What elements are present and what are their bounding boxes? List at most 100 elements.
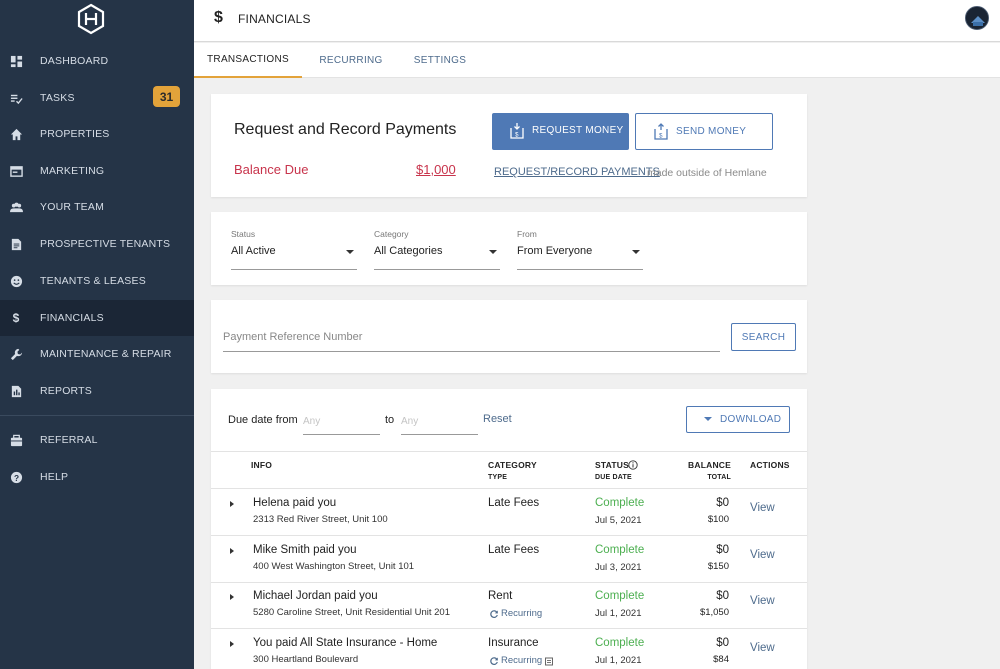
recurring-indicator: Recurring xyxy=(489,655,556,666)
transaction-address: 5280 Caroline Street, Unit Residential U… xyxy=(253,607,450,618)
recurring-icon xyxy=(490,609,498,618)
transaction-balance: $0 xyxy=(716,590,729,602)
tab-recurring[interactable]: RECURRING xyxy=(302,43,400,78)
view-transaction-link[interactable]: View xyxy=(750,502,775,514)
transaction-total: $150 xyxy=(707,561,729,572)
table-row: Mike Smith paid you 400 West Washington … xyxy=(211,536,807,583)
transaction-status: Complete xyxy=(595,590,645,602)
transaction-total: $1,050 xyxy=(699,607,729,618)
info-icon[interactable] xyxy=(628,460,638,470)
record-payments-link[interactable]: REQUEST/RECORD PAYMENTS xyxy=(494,166,660,178)
search-card: SEARCH xyxy=(211,300,807,373)
send-money-icon: $ xyxy=(654,123,668,140)
sidebar-item-referral[interactable]: REFERRAL xyxy=(0,422,194,458)
svg-text:?: ? xyxy=(13,472,18,482)
due-date-to-label: to xyxy=(385,414,395,426)
sidebar-item-tenants-leases[interactable]: TENANTS & LEASES xyxy=(0,263,194,299)
svg-text:$: $ xyxy=(659,134,663,140)
dollar-icon: $ xyxy=(214,9,223,26)
sidebar-item-your-team[interactable]: YOUR TEAM xyxy=(0,189,194,225)
sidebar-item-financials[interactable]: $ FINANCIALS xyxy=(0,300,194,336)
table-row: Michael Jordan paid you 5280 Caroline St… xyxy=(211,582,807,629)
send-money-button[interactable]: $ SEND MONEY xyxy=(635,113,773,150)
sidebar-item-label: DASHBOARD xyxy=(40,55,109,67)
transaction-status: Complete xyxy=(595,544,645,556)
recurring-label: Recurring xyxy=(501,655,543,666)
wrench-icon xyxy=(9,347,23,361)
transaction-title: Helena paid you xyxy=(253,497,337,509)
search-button[interactable]: SEARCH xyxy=(731,323,796,351)
transaction-status: Complete xyxy=(595,637,645,649)
view-transaction-link[interactable]: View xyxy=(750,595,775,607)
payments-card: Request and Record Payments Balance Due … xyxy=(211,94,807,197)
sidebar-item-prospective-tenants[interactable]: PROSPECTIVE TENANTS xyxy=(0,226,194,262)
sidebar-item-marketing[interactable]: MARKETING xyxy=(0,153,194,189)
expand-row-icon[interactable] xyxy=(230,594,234,600)
download-button[interactable]: DOWNLOAD xyxy=(686,406,790,433)
sidebar-item-label: PROSPECTIVE TENANTS xyxy=(40,238,171,250)
transaction-balance: $0 xyxy=(716,637,729,649)
due-date-to-input[interactable] xyxy=(401,409,478,435)
avatar[interactable] xyxy=(965,6,989,30)
due-date-from-input[interactable] xyxy=(303,409,380,435)
chevron-down-icon xyxy=(489,250,497,254)
document-icon xyxy=(9,237,23,251)
transaction-status: Complete xyxy=(595,497,645,509)
transaction-category: Rent xyxy=(488,590,513,602)
sidebar-item-reports[interactable]: REPORTS xyxy=(0,373,194,409)
from-filter-select[interactable]: From From Everyone xyxy=(517,229,643,270)
referral-icon xyxy=(9,433,23,447)
sidebar-item-label: HELP xyxy=(40,471,69,483)
chevron-down-icon xyxy=(346,250,354,254)
status-filter-select[interactable]: Status All Active xyxy=(231,229,357,270)
category-filter-value: All Categories xyxy=(374,245,443,257)
payment-reference-input[interactable] xyxy=(223,322,720,352)
transactions-table-header: INFO CATEGORY TYPE STATUS DUE DATE BALAN… xyxy=(211,451,807,489)
attachment-icon xyxy=(545,657,554,665)
transaction-address: 2313 Red River Street, Unit 100 xyxy=(253,514,388,525)
view-transaction-link[interactable]: View xyxy=(750,549,775,561)
transaction-title: Mike Smith paid you xyxy=(253,544,357,556)
sidebar-item-tasks[interactable]: TASKS 31 xyxy=(0,80,194,116)
hemlane-logo-icon[interactable] xyxy=(75,3,107,35)
sidebar: DASHBOARD TASKS 31 PROPERTIES MARKETING … xyxy=(0,0,194,669)
column-header-category: CATEGORY xyxy=(488,460,537,470)
balance-due-label: Balance Due xyxy=(234,162,309,177)
transaction-title: You paid All State Insurance - Home xyxy=(253,637,438,649)
request-money-icon: $ xyxy=(510,123,524,139)
transaction-address: 300 Heartland Boulevard xyxy=(253,654,359,665)
caret-down-icon xyxy=(704,417,712,421)
page-title: FINANCIALS xyxy=(238,12,311,26)
sidebar-item-help[interactable]: ? HELP xyxy=(0,459,194,495)
expand-row-icon[interactable] xyxy=(230,501,234,507)
sidebar-item-label: MARKETING xyxy=(40,165,105,177)
column-header-due-date: DUE DATE xyxy=(595,474,632,481)
column-header-actions: ACTIONS xyxy=(750,460,790,470)
team-icon xyxy=(9,200,23,214)
transactions-card: Due date from to Reset DOWNLOAD INFO CAT… xyxy=(211,389,807,669)
sidebar-item-properties[interactable]: PROPERTIES xyxy=(0,116,194,152)
request-money-label: REQUEST MONEY xyxy=(532,125,624,136)
transaction-balance: $0 xyxy=(716,544,729,556)
sidebar-item-maintenance-repair[interactable]: MAINTENANCE & REPAIR xyxy=(0,336,194,372)
tab-transactions[interactable]: TRANSACTIONS xyxy=(194,43,302,78)
sidebar-item-label: PROPERTIES xyxy=(40,128,110,140)
transaction-due-date: Jul 1, 2021 xyxy=(595,608,642,619)
expand-row-icon[interactable] xyxy=(230,641,234,647)
view-transaction-link[interactable]: View xyxy=(750,642,775,654)
chevron-down-icon xyxy=(632,250,640,254)
sidebar-item-dashboard[interactable]: DASHBOARD xyxy=(0,43,194,79)
request-money-button[interactable]: $ REQUEST MONEY xyxy=(492,113,629,150)
status-filter-label: Status xyxy=(231,229,256,239)
balance-due-amount[interactable]: $1,000 xyxy=(416,162,456,177)
sidebar-divider xyxy=(0,415,194,416)
recurring-label: Recurring xyxy=(501,608,543,619)
tab-settings[interactable]: SETTINGS xyxy=(400,43,480,78)
category-filter-select[interactable]: Category All Categories xyxy=(374,229,500,270)
reset-link[interactable]: Reset xyxy=(483,413,512,425)
transaction-due-date: Jul 3, 2021 xyxy=(595,562,642,573)
transaction-total: $100 xyxy=(707,514,729,525)
sidebar-item-label: REFERRAL xyxy=(40,434,98,446)
tasks-count-badge: 31 xyxy=(153,86,180,107)
expand-row-icon[interactable] xyxy=(230,548,234,554)
